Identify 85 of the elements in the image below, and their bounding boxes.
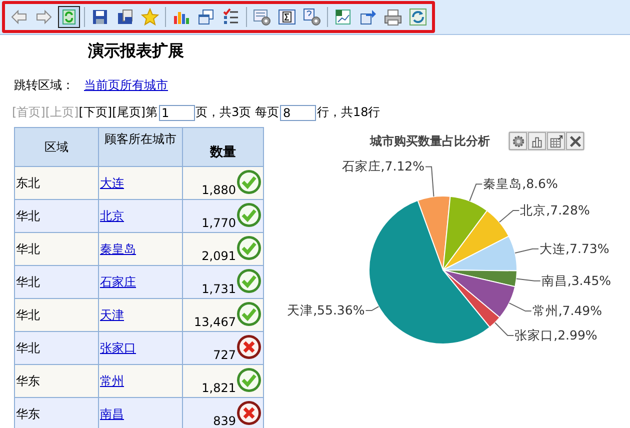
value-label: ,7.49%: [558, 303, 602, 318]
chart-title: 城市购买数量占比分析: [370, 132, 490, 150]
spreadsheet-chart-icon: [334, 8, 352, 26]
quantity-value: 13,467: [194, 315, 236, 331]
value-label: ,8.6%: [522, 176, 558, 192]
quantity-value: 839: [213, 414, 236, 428]
city-link[interactable]: 北京: [100, 208, 124, 222]
slice-label: 大连: [540, 240, 566, 256]
save-icon: [91, 8, 109, 26]
column-header: 顾客所在城市: [98, 128, 182, 166]
city-link[interactable]: 天津: [100, 308, 124, 322]
city-link[interactable]: 常州: [100, 374, 124, 388]
leader-line: [514, 248, 540, 254]
report-title: 演示报表扩展: [88, 41, 185, 62]
rows-per-page-field[interactable]: 8: [280, 104, 316, 120]
quantity-value: 1,821: [202, 381, 236, 397]
checklist-icon: [222, 8, 240, 26]
column-header: 区域: [14, 128, 98, 166]
value-label: ,3.45%: [567, 272, 612, 288]
value-label: ,55.36%: [313, 302, 365, 318]
jump-link[interactable]: 当前页所有城市: [84, 77, 168, 94]
table-cell: 华北: [14, 332, 98, 364]
leader-line: [508, 302, 532, 312]
city-link[interactable]: 秦皇岛: [100, 242, 136, 256]
table-cell: 华东: [14, 364, 98, 398]
sigma-icon: [278, 8, 296, 26]
chart-tool-button[interactable]: [566, 132, 584, 150]
column-header: 数量: [182, 128, 264, 166]
jump-label: 跳转区域：: [14, 77, 74, 94]
pager-link[interactable]: [尾页]: [112, 104, 146, 121]
city-link[interactable]: 大连: [100, 176, 124, 190]
table-cell: 华北: [14, 200, 98, 232]
slice-label: 常州: [532, 303, 558, 318]
chart-tool-button[interactable]: [547, 132, 565, 150]
refresh-icon: [60, 8, 78, 26]
pager-text: 页，共3页 每页: [196, 104, 279, 121]
refresh-icon: [409, 8, 427, 26]
settings-icon: [253, 8, 271, 26]
value-label: ,7.12%: [380, 158, 424, 174]
pager-text: 第: [146, 104, 158, 121]
slice-label: 天津: [287, 302, 314, 318]
slice-label: 北京: [520, 202, 546, 218]
quantity-value: 1,880: [202, 183, 236, 199]
slice-label: 南昌: [541, 272, 568, 288]
export-icon: [548, 134, 564, 148]
slice-label: 张家口: [514, 327, 554, 342]
forward-arrow-icon: [35, 8, 53, 26]
leader-line: [425, 166, 434, 198]
settings-icon: [510, 134, 526, 148]
back-arrow-icon: [10, 8, 28, 26]
table-cell: 华东: [14, 398, 98, 428]
help-icon: [303, 8, 321, 26]
leader-line: [494, 322, 514, 336]
quantity-value: 2,091: [202, 249, 236, 265]
city-link[interactable]: 石家庄: [100, 274, 136, 288]
chart-tool-button[interactable]: [528, 132, 546, 150]
print-icon: [384, 8, 402, 26]
quantity-value: 1,770: [202, 216, 236, 232]
table-cell: 华北: [14, 232, 98, 266]
quantity-value: 727: [213, 348, 236, 364]
table-cell: 华北: [14, 266, 98, 298]
table-cell: 东北: [14, 166, 98, 200]
value-label: ,2.99%: [554, 327, 598, 342]
leader-line: [469, 184, 483, 202]
chart-tool-button[interactable]: [509, 132, 527, 150]
windows-icon: [197, 8, 215, 26]
table-cell: 华北: [14, 298, 98, 332]
star-icon: [141, 8, 159, 26]
value-label: ,7.28%: [546, 202, 590, 218]
slice-label: 秦皇岛: [483, 176, 522, 192]
city-link[interactable]: 南昌: [100, 406, 124, 420]
page-field[interactable]: 1: [158, 104, 194, 120]
save-as-icon: [116, 8, 134, 26]
pager-text: 行，共18行: [316, 104, 380, 121]
leader-line: [365, 306, 380, 312]
city-link[interactable]: 张家口: [100, 340, 136, 354]
pager-link[interactable]: [下页]: [78, 104, 112, 121]
export-icon: [359, 8, 377, 26]
close-icon: [568, 134, 582, 148]
slice-label: 石家庄: [342, 158, 381, 174]
quantity-value: 1,731: [202, 282, 236, 298]
value-label: ,7.73%: [566, 240, 610, 256]
toolbar-button[interactable]: [58, 6, 80, 28]
leader-line: [516, 278, 541, 282]
leader-line: [498, 210, 520, 223]
